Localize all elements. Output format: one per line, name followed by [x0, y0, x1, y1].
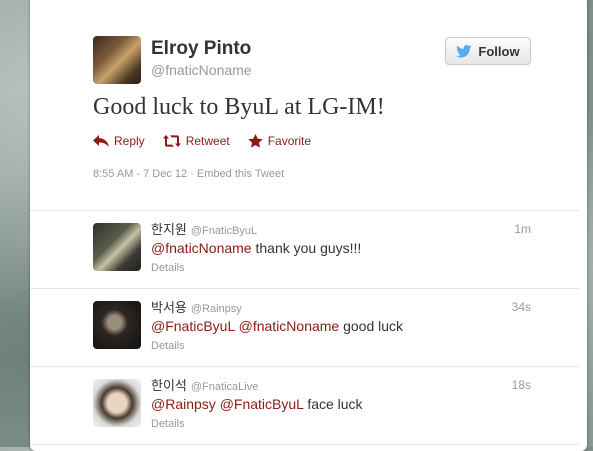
embedded-tweet-card: Elroy Pinto @fnaticNoname Follow Good lu…	[30, 0, 587, 451]
details-link[interactable]: Details	[151, 340, 185, 352]
mention-link[interactable]: @FnaticByuL	[220, 396, 304, 412]
reply-handle: @FnaticaLive	[190, 381, 259, 393]
reply-name: 한이석	[151, 378, 187, 393]
mention-link[interactable]: @fnaticNoname	[239, 318, 340, 334]
tweet-timestamp-embed[interactable]: 8:55 AM - 7 Dec 12 · Embed this Tweet	[93, 168, 284, 180]
reply-item: 한이석 @FnaticaLive 18s @Rainpsy @FnaticByuL…	[30, 367, 579, 445]
reply-handle: @Rainpsy	[190, 303, 242, 315]
reply-item: 박서용 @Rainpsy 34s @FnaticByuL @fnaticNonam…	[30, 289, 579, 367]
author-avatar[interactable]	[93, 36, 141, 84]
reply-time[interactable]: 1m	[514, 222, 531, 236]
favorite-label: Favorite	[267, 134, 312, 148]
favorite-action[interactable]: Favorite	[248, 134, 311, 148]
reply-avatar[interactable]	[93, 301, 141, 349]
reply-text: @fnaticNoname thank you guys!!!	[151, 240, 361, 256]
reply-icon	[93, 135, 109, 147]
retweet-icon	[162, 135, 181, 147]
mention-link[interactable]: @fnaticNoname	[151, 240, 252, 256]
reply-body: thank you guys!!!	[255, 240, 362, 256]
star-icon	[248, 134, 263, 148]
reply-handle: @FnaticByuL	[190, 225, 258, 237]
reply-name: 박서용	[151, 300, 187, 315]
details-link[interactable]: Details	[151, 418, 185, 430]
reply-label: Reply	[114, 134, 145, 148]
tweet-actions: Reply Retweet Favorite	[93, 134, 311, 148]
reply-author[interactable]: 한이석 @FnaticaLive	[151, 375, 258, 394]
tweet-text: Good luck to ByuL at LG-IM!	[93, 94, 385, 120]
reply-action[interactable]: Reply	[93, 134, 145, 148]
author-handle[interactable]: @fnaticNoname	[151, 62, 252, 78]
reply-avatar[interactable]	[93, 379, 141, 427]
follow-button[interactable]: Follow	[445, 37, 531, 65]
mention-link[interactable]: @Rainpsy	[151, 396, 216, 412]
details-link[interactable]: Details	[151, 262, 185, 274]
reply-body: face luck	[307, 396, 363, 412]
twitter-bird-icon	[456, 44, 472, 57]
author-name[interactable]: Elroy Pinto	[151, 38, 251, 60]
retweet-action[interactable]: Retweet	[162, 134, 230, 148]
mention-link[interactable]: @FnaticByuL	[151, 318, 235, 334]
reply-author[interactable]: 박서용 @Rainpsy	[151, 297, 242, 316]
reply-text: @FnaticByuL @fnaticNoname good luck	[151, 318, 403, 334]
reply-name: 한지원	[151, 222, 187, 237]
reply-time[interactable]: 18s	[512, 378, 531, 392]
main-tweet: Elroy Pinto @fnaticNoname Follow Good lu…	[30, 0, 579, 211]
reply-body: good luck	[343, 318, 404, 334]
reply-author[interactable]: 한지원 @FnaticByuL	[151, 219, 257, 238]
follow-label: Follow	[478, 43, 520, 59]
reply-time[interactable]: 34s	[512, 300, 531, 314]
reply-avatar[interactable]	[93, 223, 141, 271]
retweet-label: Retweet	[185, 134, 230, 148]
reply-text: @Rainpsy @FnaticByuL face luck	[151, 396, 363, 412]
reply-item: 한지원 @FnaticByuL 1m @fnaticNoname thank yo…	[30, 211, 579, 289]
